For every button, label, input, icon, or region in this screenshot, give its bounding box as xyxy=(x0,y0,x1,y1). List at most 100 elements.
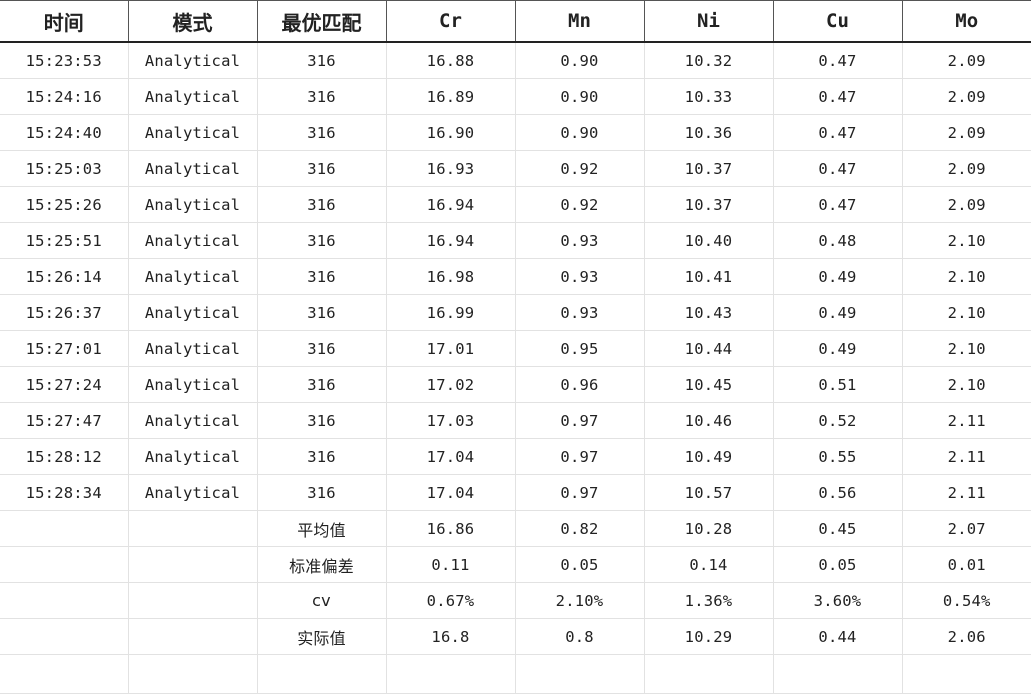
cell-mode[interactable]: Analytical xyxy=(128,150,258,187)
header-cu[interactable]: Cu xyxy=(772,0,902,43)
summary-mn[interactable]: 0.05 xyxy=(515,546,645,583)
cell-mo[interactable]: 2.09 xyxy=(902,78,1031,115)
cell-time[interactable]: 15:23:53 xyxy=(0,42,129,79)
cell-mo[interactable]: 2.11 xyxy=(902,438,1031,475)
cell-cr[interactable]: 16.99 xyxy=(386,294,516,331)
cell-empty[interactable] xyxy=(128,582,258,619)
summary-mo[interactable]: 0.54% xyxy=(902,582,1031,619)
cell-time[interactable]: 15:26:14 xyxy=(0,258,129,295)
cell-cr[interactable]: 17.01 xyxy=(386,330,516,367)
header-ni[interactable]: Ni xyxy=(643,0,773,43)
cell-mo[interactable]: 2.09 xyxy=(902,150,1031,187)
cell-mo[interactable]: 2.09 xyxy=(902,42,1031,79)
cell-ni[interactable]: 10.49 xyxy=(644,438,774,475)
cell-cr[interactable]: 16.94 xyxy=(386,186,516,223)
summary-mn[interactable]: 2.10% xyxy=(515,582,645,619)
cell-mo[interactable]: 2.10 xyxy=(902,258,1031,295)
cell-ni[interactable]: 10.32 xyxy=(644,42,774,79)
cell-mo[interactable]: 2.10 xyxy=(902,330,1031,367)
summary-mo[interactable]: 2.06 xyxy=(902,618,1031,655)
cell-mo[interactable]: 2.11 xyxy=(902,474,1031,511)
cell-cr[interactable]: 16.90 xyxy=(386,114,516,151)
summary-ni[interactable]: 10.29 xyxy=(644,618,774,655)
cell-ni[interactable]: 10.45 xyxy=(644,366,774,403)
cell-cu[interactable]: 0.47 xyxy=(773,78,903,115)
cell-time[interactable]: 15:28:34 xyxy=(0,474,129,511)
summary-mo[interactable]: 2.07 xyxy=(902,510,1031,547)
cell-cr[interactable]: 16.93 xyxy=(386,150,516,187)
cell-cu[interactable]: 0.51 xyxy=(773,366,903,403)
cell-cu[interactable]: 0.55 xyxy=(773,438,903,475)
header-best-match[interactable]: 最优匹配 xyxy=(256,0,386,43)
header-mo[interactable]: Mo xyxy=(901,0,1031,43)
summary-mn[interactable]: 0.82 xyxy=(515,510,645,547)
cell-mode[interactable]: Analytical xyxy=(128,222,258,259)
cell-mode[interactable]: Analytical xyxy=(128,114,258,151)
cell-mn[interactable]: 0.93 xyxy=(515,222,645,259)
summary-label[interactable]: cv xyxy=(257,582,387,619)
summary-cr[interactable]: 16.86 xyxy=(386,510,516,547)
summary-mo[interactable]: 0.01 xyxy=(902,546,1031,583)
cell-mn[interactable]: 0.93 xyxy=(515,258,645,295)
cell-ni[interactable]: 10.37 xyxy=(644,186,774,223)
cell-mn[interactable]: 0.92 xyxy=(515,150,645,187)
header-cr[interactable]: Cr xyxy=(385,0,515,43)
cell-best-match[interactable]: 316 xyxy=(257,114,387,151)
header-time[interactable]: 时间 xyxy=(0,0,128,43)
cell-mode[interactable]: Analytical xyxy=(128,474,258,511)
cell-empty[interactable] xyxy=(902,654,1031,694)
cell-empty[interactable] xyxy=(128,510,258,547)
cell-empty[interactable] xyxy=(128,654,258,694)
cell-cu[interactable]: 0.47 xyxy=(773,186,903,223)
summary-ni[interactable]: 0.14 xyxy=(644,546,774,583)
cell-time[interactable]: 15:27:47 xyxy=(0,402,129,439)
cell-cu[interactable]: 0.47 xyxy=(773,150,903,187)
cell-empty[interactable] xyxy=(773,654,903,694)
cell-mn[interactable]: 0.90 xyxy=(515,42,645,79)
cell-time[interactable]: 15:28:12 xyxy=(0,438,129,475)
cell-best-match[interactable]: 316 xyxy=(257,474,387,511)
cell-empty[interactable] xyxy=(0,618,129,655)
cell-cu[interactable]: 0.47 xyxy=(773,42,903,79)
summary-label[interactable]: 标准偏差 xyxy=(257,546,387,583)
cell-mn[interactable]: 0.97 xyxy=(515,402,645,439)
summary-label[interactable]: 实际值 xyxy=(257,618,387,655)
cell-mode[interactable]: Analytical xyxy=(128,402,258,439)
cell-best-match[interactable]: 316 xyxy=(257,330,387,367)
summary-ni[interactable]: 10.28 xyxy=(644,510,774,547)
cell-mn[interactable]: 0.97 xyxy=(515,438,645,475)
cell-time[interactable]: 15:25:03 xyxy=(0,150,129,187)
cell-mn[interactable]: 0.97 xyxy=(515,474,645,511)
summary-cr[interactable]: 16.8 xyxy=(386,618,516,655)
cell-best-match[interactable]: 316 xyxy=(257,438,387,475)
cell-mode[interactable]: Analytical xyxy=(128,366,258,403)
cell-mo[interactable]: 2.10 xyxy=(902,294,1031,331)
cell-cr[interactable]: 17.04 xyxy=(386,438,516,475)
cell-empty[interactable] xyxy=(128,546,258,583)
cell-mn[interactable]: 0.92 xyxy=(515,186,645,223)
cell-mo[interactable]: 2.11 xyxy=(902,402,1031,439)
cell-ni[interactable]: 10.57 xyxy=(644,474,774,511)
cell-time[interactable]: 15:25:51 xyxy=(0,222,129,259)
cell-cr[interactable]: 17.03 xyxy=(386,402,516,439)
cell-cu[interactable]: 0.56 xyxy=(773,474,903,511)
cell-mode[interactable]: Analytical xyxy=(128,42,258,79)
cell-empty[interactable] xyxy=(0,546,129,583)
cell-cu[interactable]: 0.52 xyxy=(773,402,903,439)
cell-best-match[interactable]: 316 xyxy=(257,150,387,187)
summary-cr[interactable]: 0.67% xyxy=(386,582,516,619)
cell-mo[interactable]: 2.09 xyxy=(902,114,1031,151)
cell-cu[interactable]: 0.48 xyxy=(773,222,903,259)
summary-label[interactable]: 平均值 xyxy=(257,510,387,547)
cell-time[interactable]: 15:27:24 xyxy=(0,366,129,403)
cell-mn[interactable]: 0.93 xyxy=(515,294,645,331)
cell-empty[interactable] xyxy=(0,510,129,547)
header-mode[interactable]: 模式 xyxy=(127,0,257,43)
cell-ni[interactable]: 10.46 xyxy=(644,402,774,439)
cell-ni[interactable]: 10.44 xyxy=(644,330,774,367)
cell-cu[interactable]: 0.49 xyxy=(773,294,903,331)
cell-mo[interactable]: 2.10 xyxy=(902,222,1031,259)
cell-ni[interactable]: 10.41 xyxy=(644,258,774,295)
cell-time[interactable]: 15:25:26 xyxy=(0,186,129,223)
cell-mo[interactable]: 2.10 xyxy=(902,366,1031,403)
